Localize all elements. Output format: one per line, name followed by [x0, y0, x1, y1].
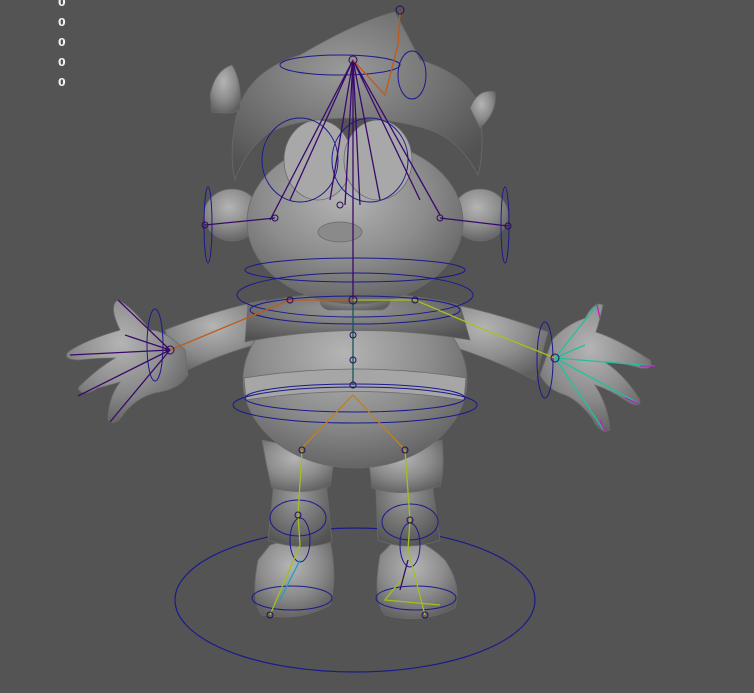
- 3d-viewport[interactable]: [0, 0, 754, 693]
- root-control-circle[interactable]: [174, 527, 536, 673]
